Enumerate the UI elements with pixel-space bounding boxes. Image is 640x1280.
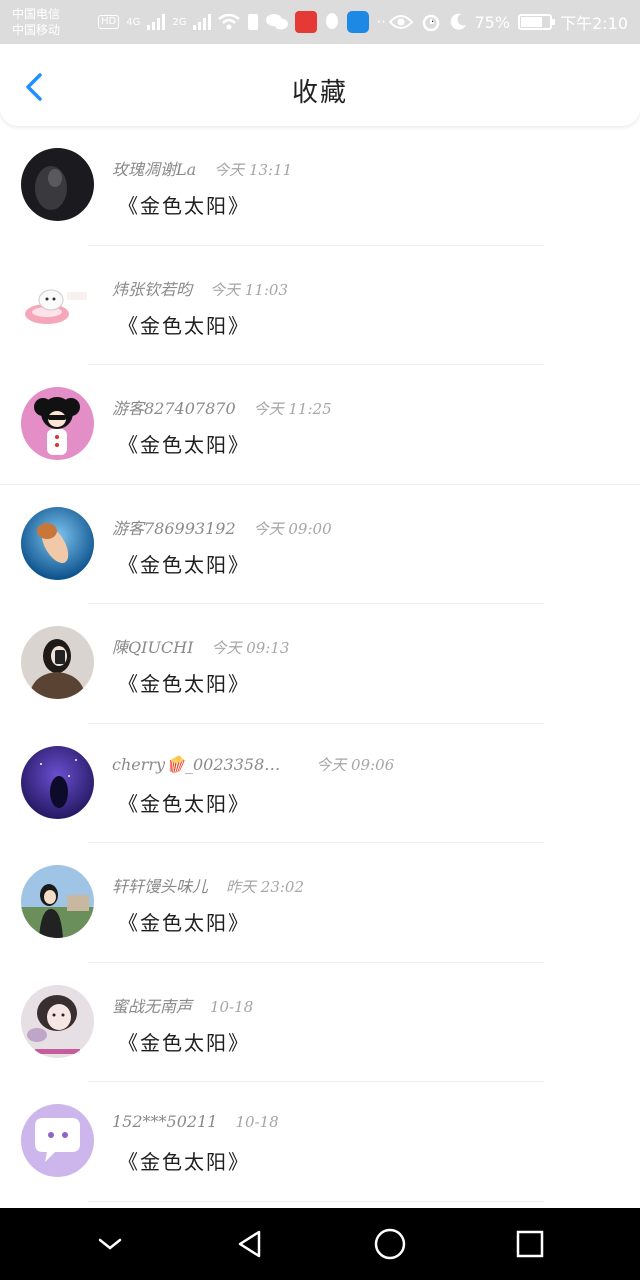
timestamp: 昨天 23:02	[226, 878, 305, 896]
avatar[interactable]	[21, 745, 94, 819]
timestamp: 今天 09:06	[316, 755, 395, 774]
list-item[interactable]: 炜张钦若昀 今天 11:03 《金色太阳》	[0, 246, 640, 365]
list-item[interactable]: cherry🍿_0023358… 今天 09:06 《金色太阳》	[0, 724, 640, 843]
signal-icon	[147, 14, 166, 30]
header: 收藏	[0, 44, 640, 126]
list-item[interactable]: 152***50211 10-18 《金色太阳》	[0, 1082, 640, 1202]
nav-back-button[interactable]	[226, 1220, 274, 1268]
nav-home-button[interactable]	[366, 1220, 414, 1268]
song-title[interactable]: 《金色太阳》	[118, 668, 250, 697]
avatar[interactable]	[21, 148, 94, 221]
square-recents-icon	[516, 1230, 544, 1258]
wifi-icon	[218, 14, 241, 30]
song-title[interactable]: 《金色太阳》	[118, 429, 250, 458]
list-item[interactable]: 游客827407870 今天 11:25 《金色太阳》	[0, 365, 640, 485]
song-title[interactable]: 《金色太阳》	[118, 549, 250, 578]
list-item[interactable]: 游客786993192 今天 09:00 《金色太阳》	[0, 485, 640, 604]
bulb-app-icon	[347, 11, 370, 33]
timestamp: 今天 09:00	[253, 519, 332, 538]
user-name: 游客827407870	[112, 399, 236, 418]
avatar[interactable]	[21, 984, 94, 1058]
item-meta: 玫瑰凋谢La 今天 13:11	[112, 156, 292, 180]
timestamp: 今天 13:11	[214, 161, 293, 179]
triangle-back-icon	[238, 1230, 261, 1258]
nav-recents-button[interactable]	[506, 1220, 554, 1268]
user-name: 152***50211	[112, 1112, 218, 1131]
avatar[interactable]	[21, 267, 94, 341]
carrier-2: 中国移动	[12, 23, 61, 37]
item-meta: cherry🍿_0023358… 今天 09:06	[112, 754, 394, 775]
carrier-1: 中国电信	[12, 7, 61, 21]
timestamp: 10-18	[235, 1113, 279, 1131]
clock: 下午2:10	[560, 14, 628, 33]
item-meta: 陳QIUCHI 今天 09:13	[112, 634, 289, 658]
more-dots: ··	[376, 13, 387, 31]
list-item[interactable]: 轩轩馒头味儿 昨天 23:02 《金色太阳》	[0, 843, 640, 963]
song-title[interactable]: 《金色太阳》	[118, 907, 250, 936]
item-meta: 游客786993192 今天 09:00	[112, 515, 332, 539]
user-name: 蜜战无南声	[112, 996, 193, 1016]
net1-label: 4G	[126, 16, 141, 28]
avatar[interactable]	[21, 387, 94, 460]
user-name: 炜张钦若昀	[112, 279, 193, 299]
timestamp: 今天 11:25	[253, 400, 332, 418]
item-meta: 轩轩馒头味儿 昨天 23:02	[112, 873, 304, 897]
hd-badge: HD	[98, 15, 120, 29]
alarm-icon	[422, 14, 439, 32]
item-meta: 游客827407870 今天 11:25	[112, 395, 332, 419]
avatar[interactable]	[21, 506, 94, 580]
net2-label: 2G	[172, 16, 187, 28]
battery-fill	[521, 17, 543, 27]
user-name: 轩轩馒头味儿	[112, 877, 209, 896]
circle-home-icon	[374, 1228, 406, 1260]
eye-icon	[388, 15, 413, 29]
song-title[interactable]: 《金色太阳》	[118, 310, 250, 339]
wechat-icon	[266, 14, 289, 30]
signal-icon-2	[193, 14, 212, 30]
avatar[interactable]	[21, 1104, 94, 1177]
status-bar: 中国电信 中国移动 HD 4G 2G ·· 75% 下午2:10	[0, 0, 640, 44]
carrier-info: 中国电信 中国移动	[12, 6, 98, 38]
user-name: 陳QIUCHI	[112, 638, 194, 657]
user-name: cherry🍿_0023358…	[112, 754, 281, 774]
battery-icon	[518, 14, 556, 30]
battery-percent: 75%	[474, 12, 511, 32]
qq-icon	[326, 13, 339, 29]
sim-icon	[248, 14, 259, 30]
song-title[interactable]: 《金色太阳》	[118, 1027, 250, 1056]
page-title: 收藏	[291, 78, 348, 108]
list-item[interactable]: 蜜战无南声 10-18 《金色太阳》	[0, 963, 640, 1082]
list-item[interactable]: 陳QIUCHI 今天 09:13 《金色太阳》	[0, 604, 640, 724]
item-meta: 蜜战无南声 10-18	[112, 993, 253, 1017]
timestamp: 今天 11:03	[210, 280, 289, 299]
avatar[interactable]	[21, 626, 94, 699]
item-meta: 炜张钦若昀 今天 11:03	[112, 276, 288, 300]
system-nav-bar	[0, 1208, 640, 1280]
avatar[interactable]	[21, 865, 94, 938]
favorites-list: 玫瑰凋谢La 今天 13:11 《金色太阳》 炜张钦若昀 今天 11:03 《金…	[0, 126, 640, 1202]
item-meta: 152***50211 10-18	[112, 1112, 279, 1131]
user-name: 游客786993192	[112, 518, 236, 538]
status-icons: HD 4G 2G ··	[98, 11, 386, 33]
collapse-button[interactable]	[86, 1220, 134, 1268]
timestamp: 今天 09:13	[211, 639, 290, 657]
list-item[interactable]: 玫瑰凋谢La 今天 13:11 《金色太阳》	[0, 126, 640, 246]
user-name: 玫瑰凋谢La	[112, 160, 197, 179]
status-right: 75% 下午2:10	[388, 10, 628, 34]
song-title[interactable]: 《金色太阳》	[118, 1146, 250, 1175]
chevron-down-icon	[98, 1238, 122, 1250]
timestamp: 10-18	[210, 997, 254, 1016]
app-notification-icon	[295, 11, 318, 33]
divider	[88, 1200, 544, 1202]
moon-icon	[450, 13, 466, 30]
song-title[interactable]: 《金色太阳》	[118, 190, 250, 219]
song-title[interactable]: 《金色太阳》	[118, 788, 250, 817]
